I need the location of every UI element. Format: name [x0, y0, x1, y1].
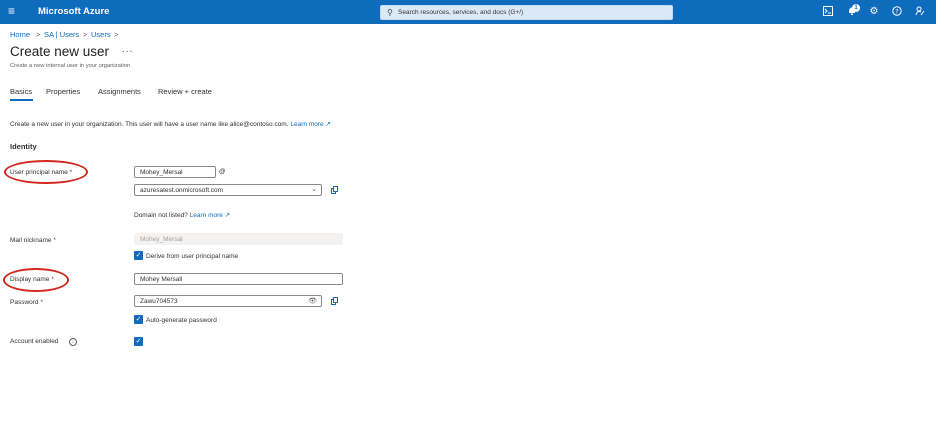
breadcrumb-home[interactable]: Home — [10, 30, 30, 39]
feedback-icon[interactable] — [914, 6, 926, 18]
external-link-icon: ↗ — [224, 212, 231, 219]
top-bar: ≡ Microsoft Azure ⚲ Search resources, se… — [0, 0, 936, 24]
chevron-down-icon: ⌄ — [311, 186, 317, 193]
password-input[interactable]: Zawu704573 👁 — [134, 295, 322, 307]
copy-icon[interactable] — [331, 186, 338, 194]
search-placeholder: Search resources, services, and docs (G+… — [398, 9, 524, 16]
page-title: Create new user — [10, 44, 110, 59]
domain-learn-more-link[interactable]: Learn more — [190, 212, 223, 219]
brand-title[interactable]: Microsoft Azure — [38, 6, 109, 17]
display-name-label: Display name * — [10, 276, 54, 283]
notification-count-badge: 1 — [852, 4, 860, 12]
breadcrumb-users[interactable]: Users — [91, 30, 111, 39]
at-symbol: @ — [219, 168, 226, 175]
cloud-shell-icon[interactable] — [822, 6, 834, 18]
breadcrumb-separator: > — [114, 30, 119, 39]
upn-label: User principal name * — [10, 169, 73, 176]
display-name-input[interactable]: Mohey Mersall — [134, 273, 343, 285]
breadcrumb-separator: > — [83, 30, 88, 39]
password-label: Password * — [10, 299, 43, 306]
derive-checkbox-label: Derive from user principal name — [146, 253, 239, 260]
domain-dropdown[interactable]: azuresatest.onmicrosoft.com ⌄ — [134, 184, 322, 196]
help-icon[interactable]: ? — [891, 6, 903, 18]
mail-nickname-input: Mohey_Mersal — [134, 233, 343, 245]
hamburger-menu-icon[interactable]: ≡ — [8, 5, 20, 17]
show-password-eye-icon[interactable]: 👁 — [308, 297, 317, 305]
intro-description: Create a new user in your organization. … — [10, 121, 289, 128]
derive-checkbox[interactable]: ✓ — [134, 251, 143, 260]
auto-generate-password-checkbox[interactable]: ✓ — [134, 315, 143, 324]
active-tab-indicator — [10, 99, 33, 101]
auto-generate-password-label: Auto-generate password — [146, 317, 217, 324]
external-link-icon: ↗ — [325, 121, 331, 128]
settings-gear-icon[interactable]: ⚙ — [868, 6, 880, 18]
identity-section-title: Identity — [10, 142, 37, 151]
account-enabled-checkbox[interactable]: ✓ — [134, 337, 143, 346]
breadcrumb-sa-users[interactable]: SA | Users — [44, 30, 79, 39]
page-subtitle: Create a new internal user in your organ… — [10, 63, 131, 69]
tab-basics[interactable]: Basics — [10, 87, 32, 96]
account-enabled-label: Account enabled — [10, 338, 59, 345]
copy-icon[interactable] — [331, 297, 338, 305]
breadcrumb-separator: > — [36, 30, 41, 39]
tab-properties[interactable]: Properties — [46, 87, 80, 96]
mail-nickname-label: Mail nickname * — [10, 237, 56, 244]
more-options-icon[interactable]: ... — [122, 44, 133, 55]
global-search-box[interactable]: ⚲ Search resources, services, and docs (… — [380, 5, 673, 20]
info-icon[interactable]: i — [69, 338, 77, 346]
tab-review-create[interactable]: Review + create — [158, 87, 212, 96]
upn-input[interactable]: Mohey_Mersal — [134, 166, 216, 178]
svg-text:?: ? — [895, 8, 898, 15]
domain-not-listed-text: Domain not listed? Learn more ↗ — [134, 212, 231, 219]
intro-text: Create a new user in your organization. … — [10, 120, 331, 128]
learn-more-link[interactable]: Learn more — [290, 121, 323, 128]
search-icon: ⚲ — [387, 8, 393, 17]
tab-assignments[interactable]: Assignments — [98, 87, 141, 96]
